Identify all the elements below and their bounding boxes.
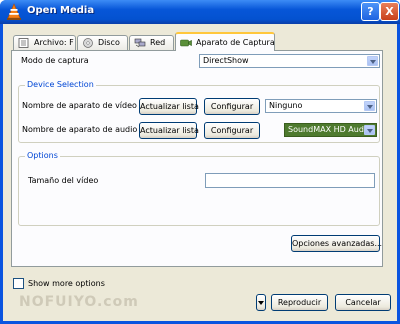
audio-device-select[interactable]: SoundMAX HD Audio	[284, 123, 377, 137]
audio-device-label: Nombre de aparato de audio	[22, 125, 138, 134]
capture-tab-panel: Modo de captura DirectShow Device Select…	[11, 50, 383, 267]
close-button[interactable]: X	[380, 2, 399, 21]
tab-disc[interactable]: Disco	[77, 35, 128, 50]
audio-device-value: SoundMAX HD Audio	[288, 125, 372, 134]
tab-file[interactable]: Archivo: F	[13, 35, 76, 50]
tab-capture-device-label: Aparato de Captura	[196, 38, 275, 47]
video-device-select[interactable]: Ninguno	[265, 99, 377, 113]
open-media-window: Open Media ? X Archivo: F Disco Red Apar…	[0, 0, 400, 324]
file-icon	[18, 38, 29, 48]
advanced-options-button[interactable]: Opciones avanzadas...	[291, 235, 382, 252]
tab-network-label: Red	[150, 38, 166, 47]
capture-mode-select[interactable]: DirectShow	[199, 54, 380, 68]
chevron-down-icon[interactable]	[364, 101, 375, 111]
chevron-down-icon[interactable]	[367, 56, 378, 66]
watermark-text: NOFUIYO.com	[19, 294, 139, 310]
cancel-button[interactable]: Cancelar	[335, 294, 391, 311]
tab-capture-device[interactable]: Aparato de Captura	[175, 32, 275, 51]
refresh-video-list-button[interactable]: Actualizar lista	[139, 98, 199, 115]
play-dropdown-button[interactable]	[256, 294, 266, 311]
tab-disc-label: Disco	[98, 38, 120, 47]
network-icon	[134, 38, 146, 48]
capture-mode-label: Modo de captura	[21, 56, 89, 65]
device-selection-group: Device Selection Nombre de aparato de ví…	[18, 80, 380, 143]
tab-file-label: Archivo: F	[34, 38, 74, 47]
capture-mode-value: DirectShow	[203, 56, 249, 65]
device-selection-title: Device Selection	[25, 80, 96, 89]
capture-device-icon	[180, 39, 192, 47]
configure-audio-button[interactable]: Configurar	[204, 122, 260, 139]
tab-network[interactable]: Red	[129, 35, 174, 50]
title-bar[interactable]: Open Media ? X	[0, 0, 400, 24]
refresh-audio-list-button[interactable]: Actualizar lista	[139, 122, 199, 139]
options-title: Options	[25, 151, 60, 160]
video-device-label: Nombre de aparato de vídeo	[22, 101, 137, 110]
show-more-options-label[interactable]: Show more options	[28, 279, 105, 288]
help-button[interactable]: ?	[361, 2, 380, 21]
video-size-input[interactable]	[205, 173, 375, 188]
play-button[interactable]: Reproducir	[271, 294, 328, 311]
vlc-cone-icon	[7, 3, 21, 20]
dialog-body: Archivo: F Disco Red Aparato de Captura …	[3, 24, 397, 321]
options-group: Options Tamaño del vídeo	[18, 151, 380, 226]
disc-icon	[83, 38, 93, 48]
chevron-down-icon	[258, 301, 264, 305]
show-more-options-checkbox[interactable]	[13, 278, 24, 289]
configure-video-button[interactable]: Configurar	[204, 98, 260, 115]
window-title: Open Media	[27, 5, 95, 16]
video-size-label: Tamaño del vídeo	[28, 176, 99, 185]
video-device-value: Ninguno	[269, 101, 303, 110]
chevron-down-icon[interactable]	[364, 125, 375, 135]
